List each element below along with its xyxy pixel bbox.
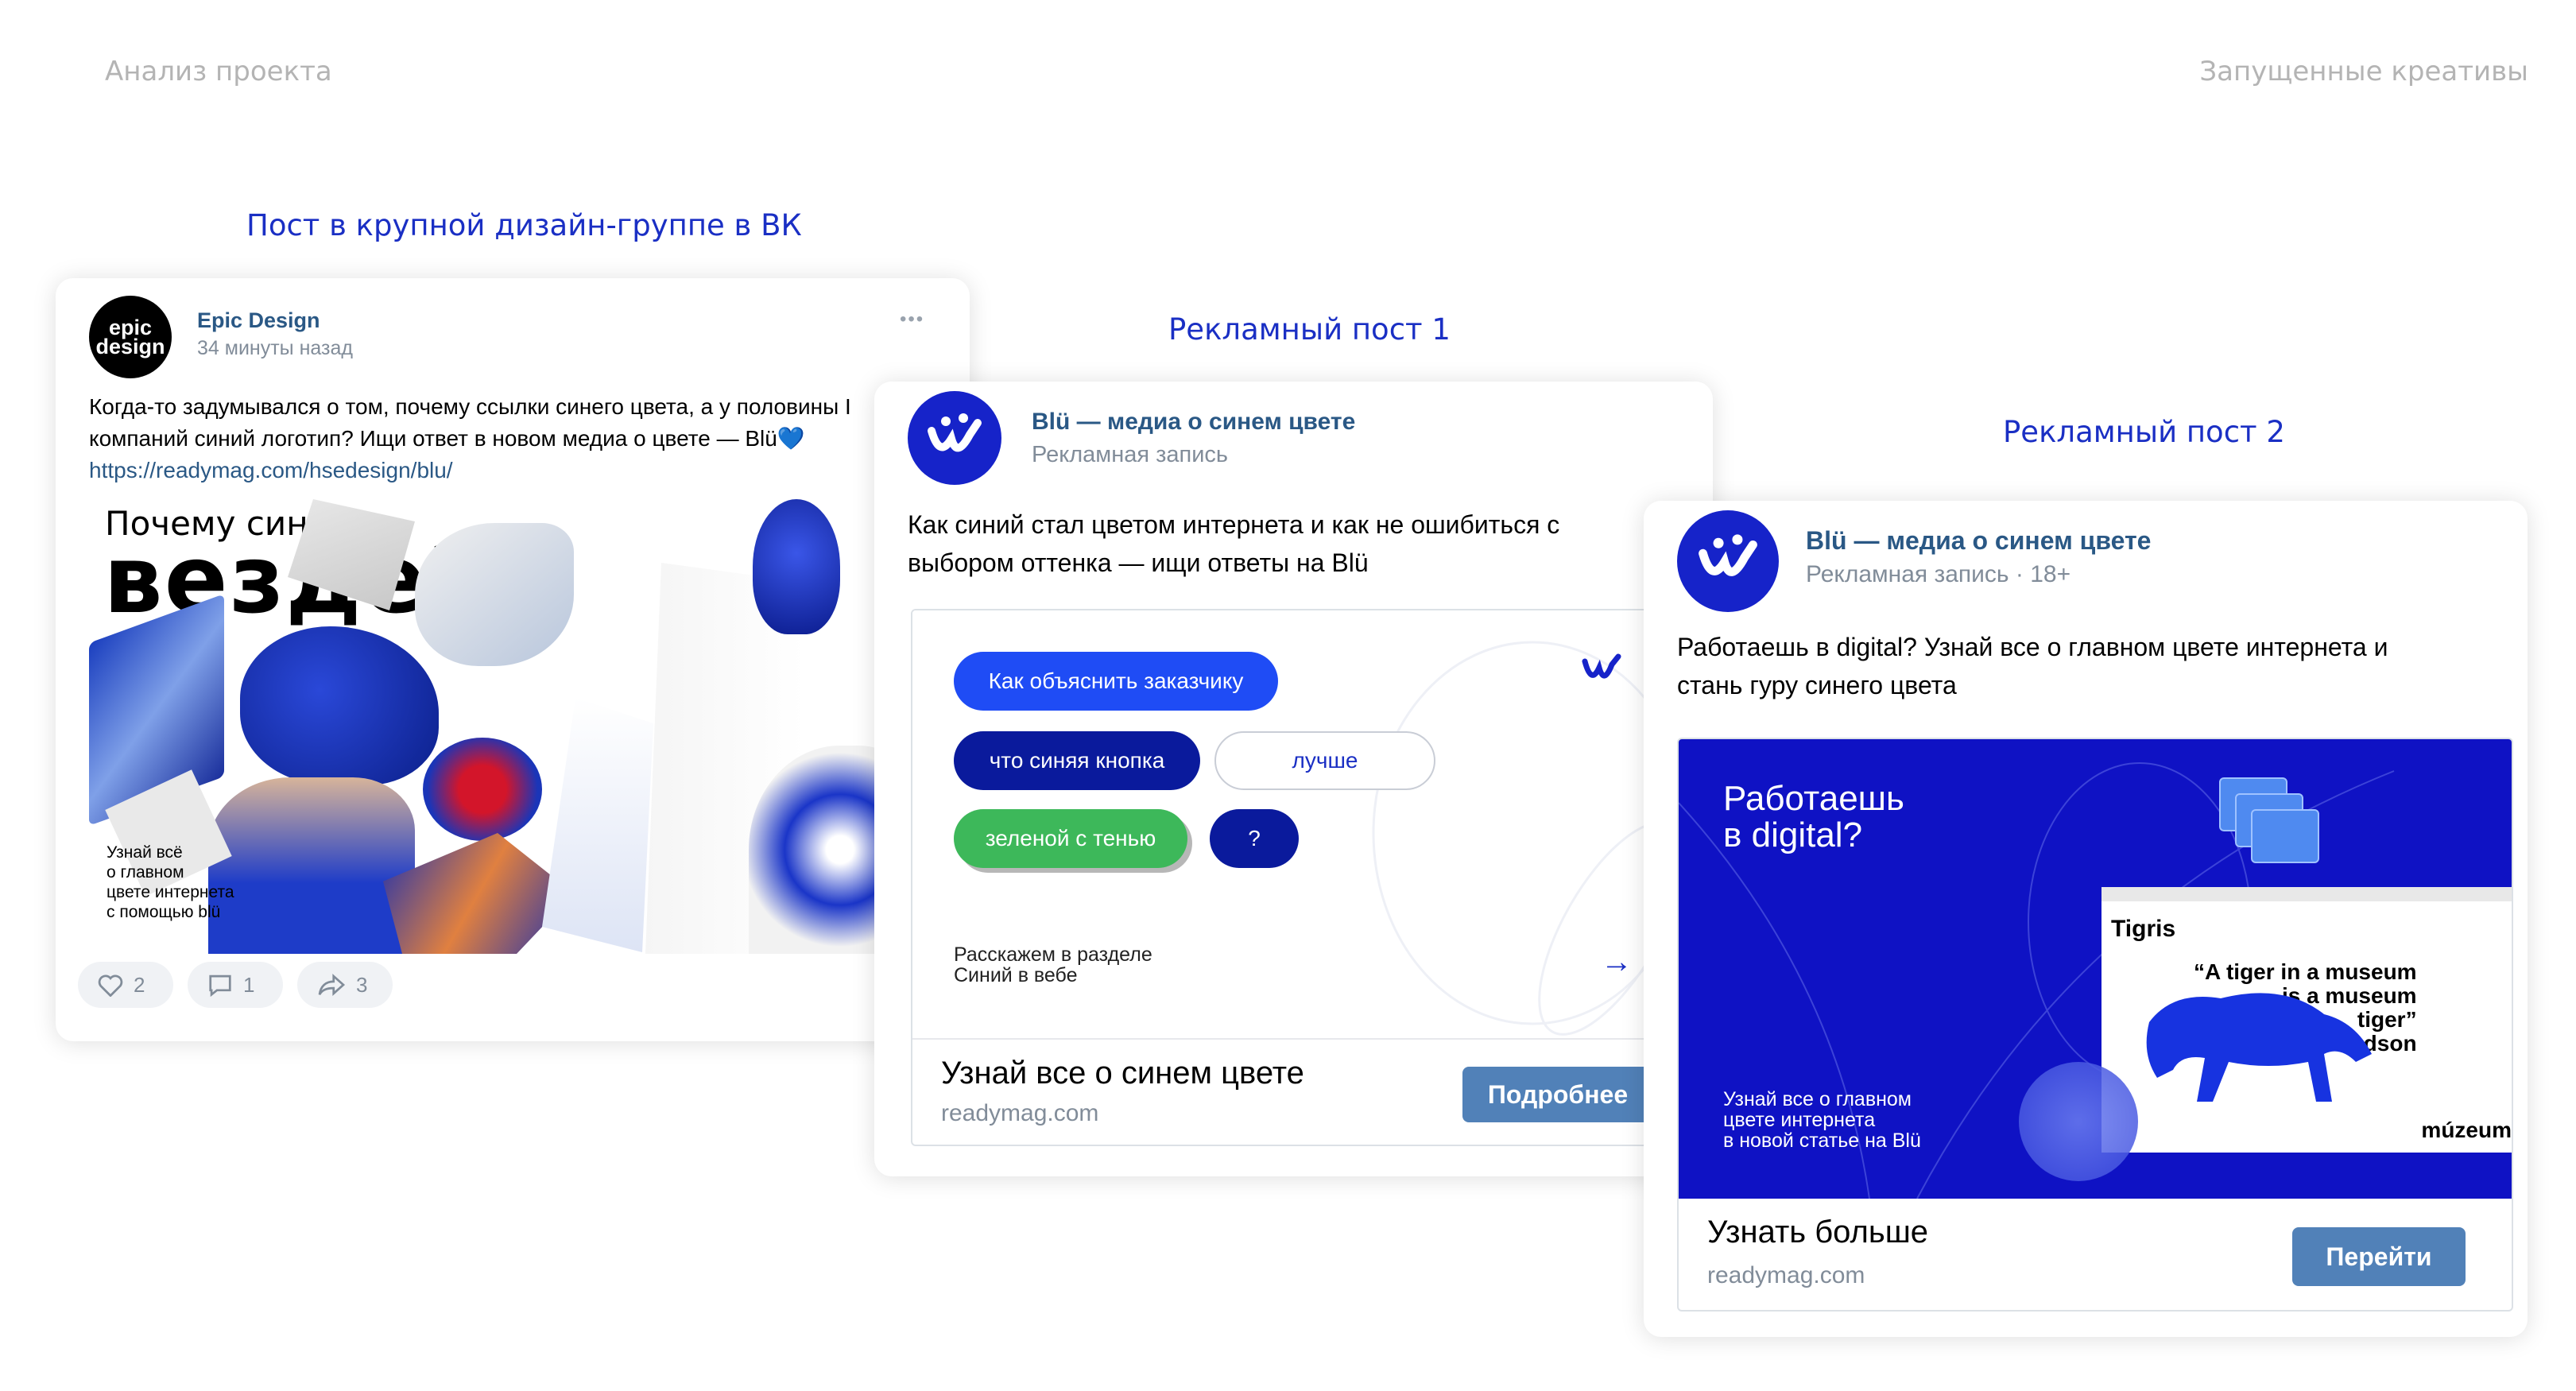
ad1-note-1: Расскажем в разделе	[954, 943, 1152, 966]
caption-ad-2: Рекламный пост 2	[2003, 415, 2285, 449]
ad1-domain[interactable]: readymag.com	[941, 1100, 1098, 1127]
image-caption: Узнай всё о главном цвете интернета с по…	[107, 843, 234, 922]
folder-icon-3	[2251, 809, 2319, 863]
ad2-small-2: цвете интернета	[1723, 1109, 1876, 1131]
share-icon	[318, 974, 346, 996]
caption-vk-post: Пост в крупной дизайн-группе в ВК	[246, 208, 802, 242]
muzeum-brand: múzeum	[2421, 1118, 2512, 1142]
ad1-text-line-2: выбором оттенка — ищи ответы на Blü	[908, 548, 1369, 577]
ad2-label: Рекламная запись · 18+	[1806, 561, 2071, 587]
ad2-glow-circle	[2019, 1062, 2138, 1181]
ad2-browser-window: Tigris “A tiger in a museum is a museum …	[2101, 887, 2512, 1153]
post-text-line-1: Когда-то задумывался о том, почему ссылк…	[89, 394, 851, 419]
pill-question: ?	[1210, 809, 1299, 868]
ad2-attachment[interactable]: Работаешь в digital? Узнай все о главном…	[1677, 738, 2513, 1312]
caption-ad-1: Рекламный пост 1	[1168, 312, 1451, 347]
ad2-banner-small: Узнай все о главном цвете интернета в но…	[1723, 1089, 1921, 1151]
ad2-title[interactable]: Узнать больше	[1707, 1215, 1928, 1250]
blu-logo-icon-2	[1699, 534, 1757, 576]
ad2-banner-headline: Работаешь в digital?	[1723, 781, 1904, 854]
collage-photo-2	[415, 523, 574, 666]
comment-button[interactable]: 1	[188, 962, 283, 1008]
ad2-small-3: в новой статье на Blü	[1723, 1129, 1921, 1152]
collage-woman-photo	[208, 777, 415, 954]
post-menu-icon[interactable]: •••	[900, 308, 924, 331]
post-text-line-2: компаний синий логотип? Ищи ответ в ново…	[89, 426, 805, 451]
ad-post-2-card: Blü — медиа о синем цвете Рекламная запи…	[1644, 501, 2528, 1337]
image-caption-2: о главном	[107, 863, 184, 881]
browser-titlebar	[2101, 887, 2512, 901]
ad1-divider	[912, 1038, 1713, 1040]
ad1-text-line-1: Как синий стал цветом интернета и как не…	[908, 510, 1560, 539]
comment-icon	[209, 974, 231, 997]
share-count: 3	[356, 972, 368, 997]
ad2-text-line-1: Работаешь в digital? Узнай все о главном…	[1677, 633, 2388, 661]
image-caption-3: цвете интернета	[107, 883, 234, 901]
browser-title: Tigris	[2111, 916, 2176, 942]
ad1-more-button[interactable]: Подробнее	[1462, 1067, 1653, 1122]
pill-better: лучше	[1214, 731, 1435, 790]
blu-small-logo-icon	[1582, 653, 1621, 679]
ad2-text-line-2: стань гуру синего цвета	[1677, 671, 1957, 699]
arrow-right-icon: →	[1601, 944, 1633, 979]
ad2-text: Работаешь в digital? Узнай все о главном…	[1677, 628, 2520, 704]
collage-blue-vase-top	[753, 499, 840, 634]
ad1-attachment[interactable]: Как объяснить заказчику что синяя кнопка…	[911, 609, 1713, 1146]
ad1-title[interactable]: Узнай все о синем цвете	[941, 1056, 1304, 1091]
blu-avatar[interactable]	[908, 391, 1001, 485]
pill-green-shadow: зеленой с тенью	[954, 809, 1187, 868]
image-caption-1: Узнай всё	[107, 843, 183, 862]
ad1-author[interactable]: Blü — медиа о синем цвете	[1032, 409, 1355, 436]
ad1-text: Как синий стал цветом интернета и как не…	[908, 506, 1695, 582]
page-header-right: Запущенные креативы	[2199, 56, 2528, 87]
heart-icon	[98, 974, 123, 997]
pill-how-to-explain: Как объяснить заказчику	[954, 652, 1278, 711]
ad2-headline-1: Работаешь	[1723, 779, 1904, 818]
post-link[interactable]: https://readymag.com/hsedesign/blu/	[89, 455, 963, 486]
ad2-headline-2: в digital?	[1723, 816, 1863, 854]
ad1-note-2: Синий в вебе	[954, 964, 1078, 986]
ad2-banner[interactable]: Работаешь в digital? Узнай все о главном…	[1679, 739, 2512, 1199]
share-button[interactable]: 3	[297, 962, 393, 1008]
ad2-go-button[interactable]: Перейти	[2292, 1227, 2466, 1286]
pill-blue-button: что синяя кнопка	[954, 731, 1200, 790]
vk-post-card: epic design Epic Design 34 минуты назад …	[56, 278, 970, 1041]
image-caption-4: с помощью blü	[107, 903, 221, 921]
ad2-author[interactable]: Blü — медиа о синем цвете	[1806, 526, 2151, 556]
post-time[interactable]: 34 минуты назад	[197, 337, 353, 360]
collage-red-blue-shard	[423, 738, 542, 841]
avatar-text-design: design	[95, 335, 165, 358]
collage-porcelain-white	[542, 698, 653, 952]
post-text: Когда-то задумывался о том, почему ссылк…	[89, 391, 963, 486]
post-author[interactable]: Epic Design	[197, 308, 320, 333]
comment-count: 1	[243, 972, 255, 997]
post-image[interactable]: Почему синий везде? Узнай всё о главном …	[89, 499, 932, 954]
epic-design-avatar[interactable]: epic design	[89, 296, 172, 378]
ad2-domain[interactable]: readymag.com	[1707, 1262, 1865, 1289]
like-count: 2	[134, 972, 145, 997]
collage-blue-fabric	[240, 626, 439, 785]
ad-post-1-card: Blü — медиа о синем цвете Рекламная запи…	[874, 382, 1713, 1176]
blu-logo-icon	[928, 413, 982, 452]
blue-tiger-icon	[2146, 993, 2372, 1102]
blu-avatar-2[interactable]	[1677, 510, 1779, 612]
ad2-small-1: Узнай все о главном	[1723, 1088, 1912, 1110]
ad1-image[interactable]: Как объяснить заказчику что синяя кнопка…	[912, 610, 1713, 1038]
ad1-label: Рекламная запись	[1032, 442, 1229, 467]
ad1-note: Расскажем в разделе Синий в вебе	[954, 944, 1152, 986]
like-button[interactable]: 2	[78, 962, 173, 1008]
page-header-left: Анализ проекта	[105, 56, 332, 87]
